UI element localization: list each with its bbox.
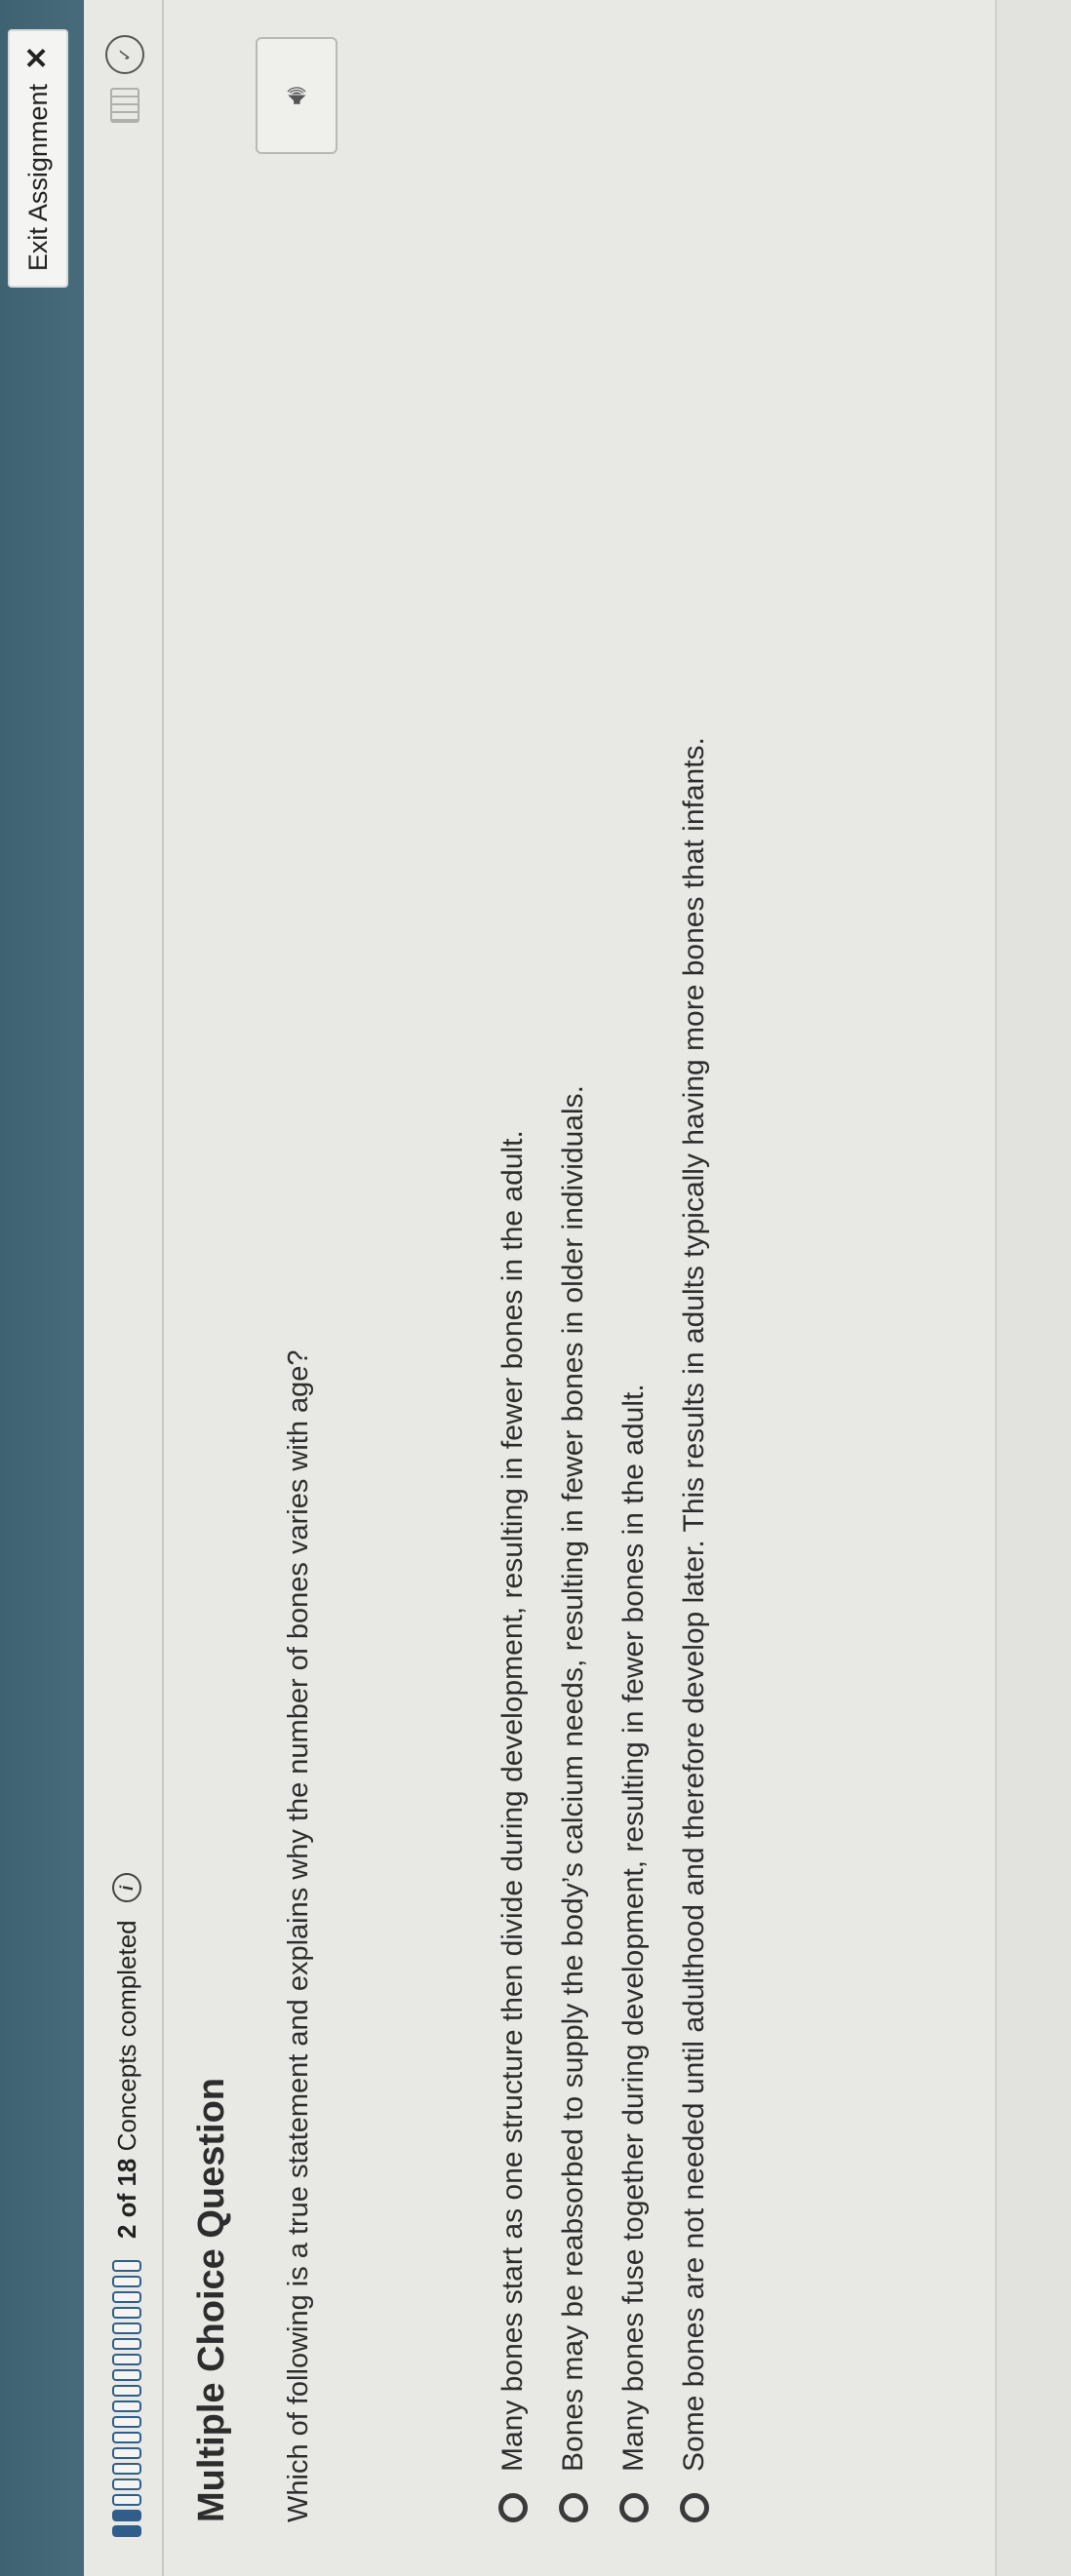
calendar-icon[interactable] (110, 88, 139, 123)
answer-options: Many bones start as one structure then d… (483, 737, 725, 2522)
header-divider (162, 0, 164, 2576)
progress-segment (112, 2432, 141, 2443)
progress-segment (112, 2510, 141, 2521)
progress-segments (112, 2260, 141, 2537)
progress-segment (112, 2525, 141, 2537)
bottom-panel-edge (995, 0, 1071, 2576)
progress-segment (112, 2276, 141, 2287)
answer-option-label: Bones may be reabsorbed to supply the bo… (557, 1085, 589, 2472)
info-icon[interactable]: i (112, 1873, 141, 1903)
close-icon: ✕ (21, 45, 54, 71)
question-prompt: Which of following is a true statement a… (283, 1349, 314, 2522)
answer-option-label: Many bones fuse together during developm… (617, 1384, 650, 2472)
answer-option-label: Many bones start as one structure then d… (496, 1130, 529, 2472)
answer-option[interactable]: Many bones fuse together during developm… (604, 737, 664, 2522)
progress-segment (112, 2354, 141, 2365)
progress-suffix: Concepts completed (111, 1920, 141, 2152)
progress-segment (112, 2322, 141, 2334)
progress-segment (112, 2369, 141, 2381)
progress-segment (112, 2385, 141, 2397)
progress-segment (112, 2307, 141, 2319)
progress-segment (112, 2260, 141, 2272)
radio-button[interactable] (559, 2493, 588, 2522)
progress-text: 2 of 18 Concepts completed (112, 1920, 142, 2239)
progress-segment (112, 2494, 141, 2506)
progress-segment (112, 2416, 141, 2428)
top-header: Exit Assignment ✕ (0, 0, 84, 2576)
progress-segment (112, 2463, 141, 2475)
radio-button[interactable] (680, 2493, 709, 2522)
speaker-icon: 🔊︎ (280, 86, 312, 105)
answer-option-label: Some bones are not needed until adulthoo… (678, 737, 710, 2472)
progress-segment (112, 2338, 141, 2350)
radio-button[interactable] (498, 2493, 528, 2522)
question-title: Multiple Choice Question (191, 2077, 232, 2522)
progress-count: 2 of 18 (111, 2158, 141, 2239)
exit-assignment-label: Exit Assignment (22, 84, 53, 272)
progress-segment (112, 2291, 141, 2303)
page: Exit Assignment ✕ 2 of 18 Concepts compl… (0, 0, 1071, 2576)
answer-option[interactable]: Some bones are not needed until adulthoo… (664, 737, 725, 2522)
progress-segment (112, 2400, 141, 2412)
radio-button[interactable] (619, 2493, 649, 2522)
answer-option[interactable]: Many bones start as one structure then d… (483, 737, 543, 2522)
progress-row: 2 of 18 Concepts completed i (98, 1308, 156, 2576)
read-aloud-button[interactable]: 🔊︎ (256, 37, 337, 154)
progress-segment (112, 2447, 141, 2459)
check-circle-icon[interactable]: ✓ (105, 35, 144, 74)
progress-segment (112, 2478, 141, 2490)
top-right-icons: ✓ (105, 35, 144, 123)
answer-option[interactable]: Bones may be reabsorbed to supply the bo… (543, 737, 604, 2522)
exit-assignment-button[interactable]: Exit Assignment ✕ (8, 29, 68, 288)
